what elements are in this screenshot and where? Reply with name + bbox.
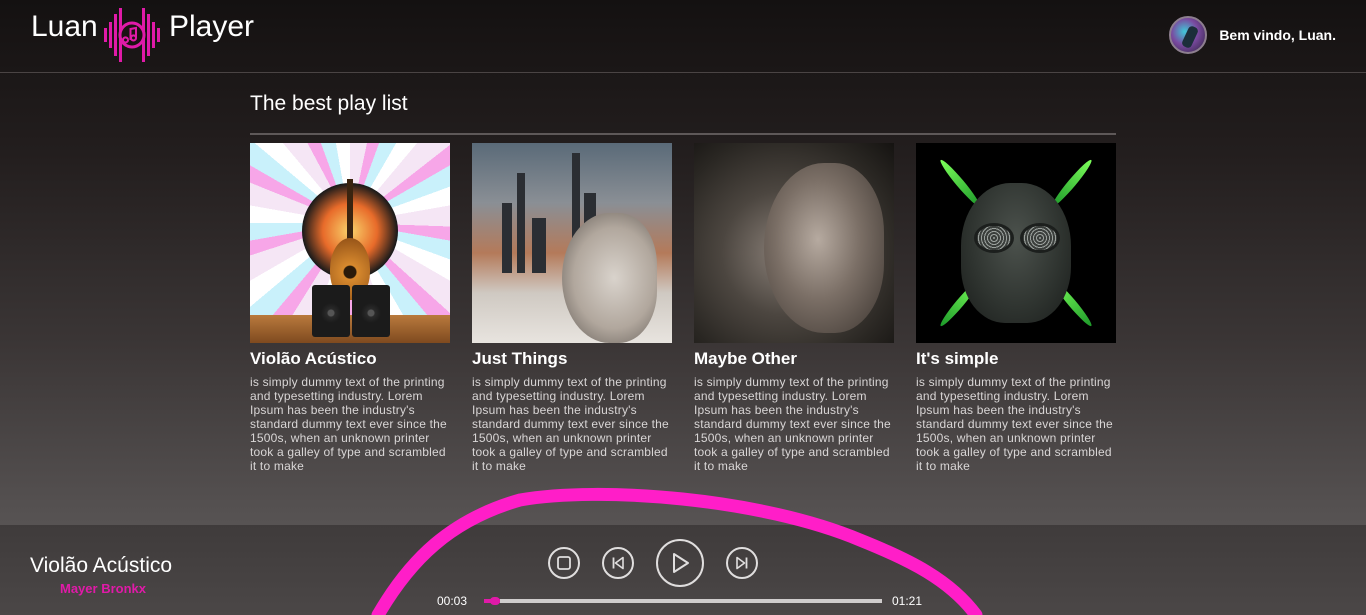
current-time: 00:03 [437,594,468,608]
card-description: is simply dummy text of the printing and… [250,375,447,473]
section-title: The best play list [250,92,408,115]
now-playing-artist: Mayer Bronkx [60,581,146,596]
logo-text-right: Player [169,10,255,43]
playlist-cards: Violão Acústico is simply dummy text of … [250,143,1116,473]
previous-icon [612,556,624,570]
play-button[interactable] [656,539,704,587]
next-button[interactable] [726,547,758,579]
progress-slider[interactable] [484,597,882,605]
album-cover-image[interactable] [694,143,894,343]
album-cover-image[interactable] [916,143,1116,343]
progress-handle[interactable] [489,597,500,605]
next-icon [736,556,748,570]
card-description: is simply dummy text of the printing and… [916,375,1113,473]
card-description: is simply dummy text of the printing and… [694,375,891,473]
playlist-card[interactable]: Violão Acústico is simply dummy text of … [250,143,450,473]
now-playing-title: Violão Acústico [30,554,173,577]
playlist-card[interactable]: Maybe Other is simply dummy text of the … [694,143,894,473]
album-cover-image[interactable] [472,143,672,343]
player-bar: Violão Acústico Mayer Bronkx 00:03 01:21 [0,525,1366,615]
music-note-logo-icon [104,8,160,62]
user-menu[interactable]: Bem vindo, Luan. [1169,15,1336,55]
stop-button[interactable] [548,547,580,579]
card-title[interactable]: Violão Acústico [250,349,450,369]
album-cover-image[interactable] [250,143,450,343]
card-description: is simply dummy text of the printing and… [472,375,669,473]
welcome-text: Bem vindo, Luan. [1219,27,1336,43]
previous-button[interactable] [602,547,634,579]
card-title[interactable]: It's simple [916,349,1116,369]
section-divider [250,133,1116,135]
playlist-card[interactable]: It's simple is simply dummy text of the … [916,143,1116,473]
card-title[interactable]: Just Things [472,349,672,369]
play-icon [673,553,689,573]
card-title[interactable]: Maybe Other [694,349,894,369]
avatar[interactable] [1169,16,1208,54]
app-header: Luan Player Bem vindo, Luan. [0,0,1366,73]
playlist-card[interactable]: Just Things is simply dummy text of the … [472,143,672,473]
stop-icon [557,556,571,570]
logo-text-left: Luan [31,10,98,43]
duration-time: 01:21 [892,594,923,608]
